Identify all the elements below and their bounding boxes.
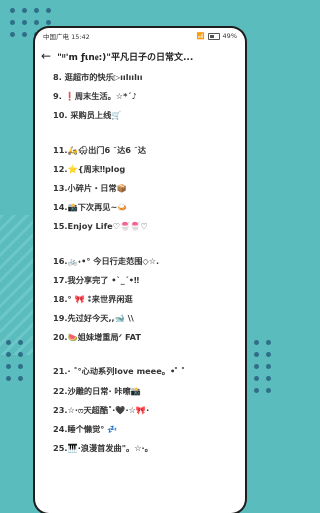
status-bar: 中国广电 15:42 📶 49% xyxy=(35,28,245,44)
title-bar: ← "ᵎᵎ'm ƒιnᧉ:)"平凡日子の日常文... xyxy=(35,44,245,68)
list-item: 21.· ˚°心动系列love meee。• ̊ ˚ xyxy=(53,366,185,377)
list-item: 14.📸下次再见~🍛 xyxy=(53,202,128,213)
list-item: 15.Enjoy Life♡🍧🍧♡ xyxy=(53,221,148,232)
list-item: 10. 采购员上线🛒 xyxy=(53,110,122,121)
battery-level: 49% xyxy=(222,32,237,40)
list-item: 17.我分享完了 •`_´•‼ xyxy=(53,274,140,285)
back-arrow-icon[interactable]: ← xyxy=(41,49,51,63)
list-item: 9. ❗周末生活。☆*´♪ xyxy=(53,91,137,102)
status-carrier-time: 中国广电 15:42 xyxy=(43,33,90,41)
note-list: 8. 逛超市的快乐▷ıılıılıı 9. ❗周末生活。☆*´♪ 10. 采购员… xyxy=(35,68,245,458)
list-item: 12.⭐{周末‼plog xyxy=(53,163,126,174)
list-item: 25.🎹·浪漫首发曲"。☆·。 xyxy=(53,443,153,454)
list-item: 13.小碎片・日常📦 xyxy=(53,182,127,193)
status-indicators: 📶 49% xyxy=(196,32,237,40)
list-item: 23.☆·ෆ天超酷˚·🖤·☆🎀· xyxy=(53,404,150,415)
list-item: 24.睡个懒觉° 💤 xyxy=(53,424,118,434)
phone-frame: 中国广电 15:42 📶 49% ← "ᵎᵎ'm ƒιnᧉ:)"平凡日子の日常文… xyxy=(35,28,245,513)
list-item: 22.沙雕的日常· 咔嚓📸 xyxy=(53,385,141,396)
list-item: 18.° 🎀 ⁑来世界闲逛 xyxy=(53,293,133,304)
list-item: 11.🛵🌨出门6 ˘达6 ˘达 xyxy=(53,144,147,155)
list-item: 8. 逛超市的快乐▷ıılıılıı xyxy=(53,72,143,82)
page-title: "ᵎᵎ'm ƒιnᧉ:)"平凡日子の日常文... xyxy=(57,52,194,63)
battery-icon xyxy=(207,32,220,40)
list-item: 20.🍉姐妹增重局ᐟ FAT xyxy=(53,332,141,343)
wifi-icon: 📶 xyxy=(196,32,205,40)
list-item: 16.🚲˖•° 今日行走范围◇☆. xyxy=(53,255,160,266)
list-item: 19.先过好今天,,🐋 \\ xyxy=(53,313,134,324)
